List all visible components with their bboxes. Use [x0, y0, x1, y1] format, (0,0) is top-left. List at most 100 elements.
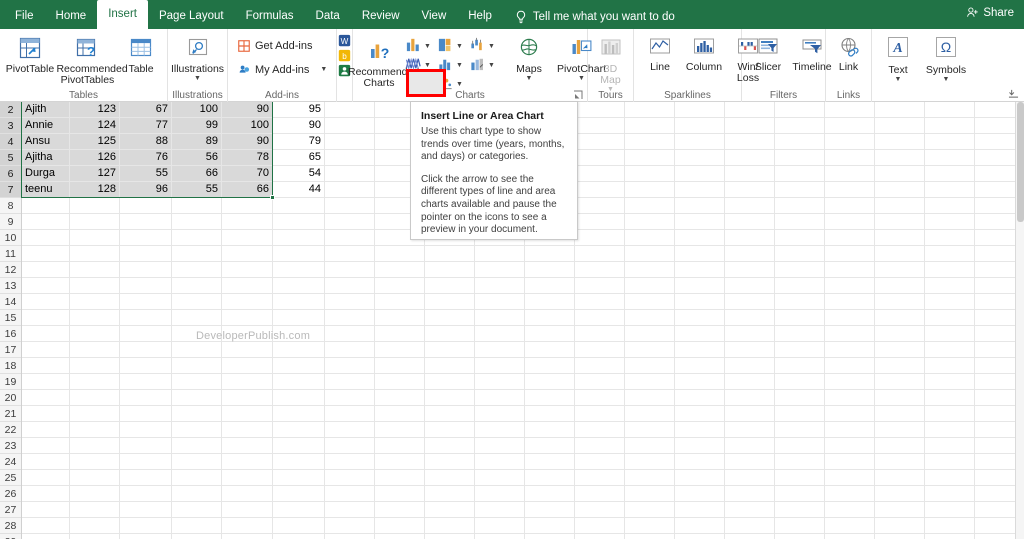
cell-empty[interactable] — [825, 198, 875, 213]
cell-empty[interactable] — [425, 294, 475, 309]
row-header-25[interactable]: 25 — [0, 470, 21, 486]
cell-empty[interactable] — [525, 262, 575, 277]
cell-empty[interactable] — [172, 390, 222, 405]
cell-empty[interactable] — [273, 534, 325, 539]
cell-empty[interactable] — [825, 134, 875, 149]
cell-empty[interactable] — [825, 310, 875, 325]
cell-empty[interactable] — [425, 246, 475, 261]
cell-empty[interactable] — [172, 358, 222, 373]
cell-empty[interactable] — [120, 246, 172, 261]
cell-empty[interactable] — [325, 102, 375, 117]
chevron-down-icon[interactable]: ▼ — [456, 62, 463, 69]
cell-empty[interactable] — [725, 118, 775, 133]
cell-empty[interactable] — [575, 262, 625, 277]
cell-empty[interactable] — [825, 214, 875, 229]
cell-empty[interactable] — [22, 230, 70, 245]
cell-empty[interactable] — [273, 486, 325, 501]
cell-empty[interactable] — [120, 534, 172, 539]
cell-empty[interactable] — [775, 390, 825, 405]
row-header-11[interactable]: 11 — [0, 246, 21, 262]
cell-empty[interactable] — [375, 278, 425, 293]
cell-empty[interactable] — [475, 518, 525, 533]
cell-empty[interactable] — [725, 102, 775, 117]
cell-empty[interactable] — [825, 358, 875, 373]
cell-empty[interactable] — [222, 342, 273, 357]
cell-empty[interactable] — [725, 166, 775, 181]
cell-empty[interactable] — [775, 118, 825, 133]
cell-empty[interactable] — [525, 470, 575, 485]
cell-empty[interactable] — [222, 310, 273, 325]
cell-empty[interactable] — [273, 326, 325, 341]
cell-empty[interactable] — [325, 470, 375, 485]
cell-empty[interactable] — [775, 262, 825, 277]
row-header-3[interactable]: 3 — [0, 118, 21, 134]
cell-empty[interactable] — [775, 246, 825, 261]
cell-empty[interactable] — [625, 134, 675, 149]
cell-empty[interactable] — [775, 502, 825, 517]
cell-empty[interactable] — [222, 390, 273, 405]
row-header-26[interactable]: 26 — [0, 486, 21, 502]
cell-empty[interactable] — [675, 214, 725, 229]
cell-empty[interactable] — [120, 406, 172, 421]
cell-empty[interactable] — [222, 358, 273, 373]
cell-empty[interactable] — [525, 278, 575, 293]
cell-empty[interactable] — [575, 406, 625, 421]
cell-empty[interactable] — [675, 262, 725, 277]
cell-empty[interactable] — [222, 502, 273, 517]
cell-empty[interactable] — [875, 294, 925, 309]
cell-empty[interactable] — [625, 182, 675, 197]
cell-empty[interactable] — [625, 230, 675, 245]
cell-empty[interactable] — [775, 278, 825, 293]
cell-empty[interactable] — [70, 230, 120, 245]
cell-empty[interactable] — [775, 150, 825, 165]
cell-empty[interactable] — [525, 342, 575, 357]
symbols-button[interactable]: Ω Symbols ▼ — [921, 32, 971, 83]
cell-empty[interactable] — [725, 326, 775, 341]
cell-empty[interactable] — [725, 454, 775, 469]
cell-empty[interactable] — [625, 518, 675, 533]
cell-empty[interactable] — [575, 454, 625, 469]
cell-empty[interactable] — [273, 358, 325, 373]
cell-empty[interactable] — [825, 438, 875, 453]
cell-empty[interactable] — [425, 502, 475, 517]
row-header-17[interactable]: 17 — [0, 342, 21, 358]
cell-empty[interactable] — [475, 246, 525, 261]
cell-empty[interactable] — [775, 454, 825, 469]
cell-empty[interactable] — [675, 470, 725, 485]
cell-empty[interactable] — [325, 246, 375, 261]
cell-r4-c1[interactable]: Ansu — [22, 134, 70, 149]
chevron-down-icon[interactable]: ▼ — [578, 75, 585, 82]
cell-empty[interactable] — [172, 294, 222, 309]
cell-empty[interactable] — [725, 406, 775, 421]
cell-empty[interactable] — [925, 438, 975, 453]
cell-empty[interactable] — [273, 262, 325, 277]
cell-r3-c4[interactable]: 99 — [172, 118, 222, 133]
cell-empty[interactable] — [425, 358, 475, 373]
ribbon-tab-page-layout[interactable]: Page Layout — [148, 4, 235, 29]
cell-empty[interactable] — [725, 262, 775, 277]
cell-empty[interactable] — [875, 246, 925, 261]
cell-empty[interactable] — [120, 374, 172, 389]
cell-empty[interactable] — [825, 118, 875, 133]
chevron-down-icon[interactable]: ▼ — [194, 75, 201, 82]
cell-empty[interactable] — [775, 134, 825, 149]
cell-empty[interactable] — [70, 502, 120, 517]
cell-empty[interactable] — [325, 294, 375, 309]
cell-empty[interactable] — [222, 374, 273, 389]
cell-r3-c6[interactable]: 90 — [273, 118, 325, 133]
ribbon-tab-view[interactable]: View — [411, 4, 458, 29]
cell-empty[interactable] — [875, 342, 925, 357]
table-button[interactable]: Table — [120, 32, 162, 75]
cell-empty[interactable] — [120, 438, 172, 453]
cell-empty[interactable] — [625, 390, 675, 405]
cell-empty[interactable] — [625, 102, 675, 117]
cell-r5-c1[interactable]: Ajitha — [22, 150, 70, 165]
cell-empty[interactable] — [675, 294, 725, 309]
cell-empty[interactable] — [725, 294, 775, 309]
row-header-14[interactable]: 14 — [0, 294, 21, 310]
cell-empty[interactable] — [675, 230, 725, 245]
cell-empty[interactable] — [825, 278, 875, 293]
slicer-button[interactable]: Slicer — [747, 32, 789, 73]
cell-empty[interactable] — [725, 278, 775, 293]
cell-empty[interactable] — [273, 310, 325, 325]
